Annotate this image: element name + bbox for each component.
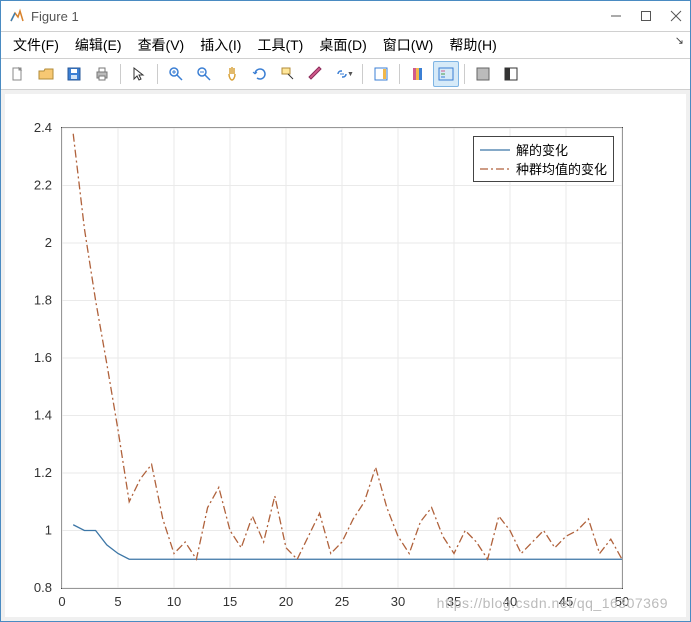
- legend-icon[interactable]: [433, 61, 459, 87]
- legend-entry-1: 解的变化: [480, 140, 607, 159]
- colorbar-icon[interactable]: [368, 61, 394, 87]
- toolbar: ▼: [1, 59, 690, 90]
- svg-text:0: 0: [58, 594, 65, 609]
- pointer-icon[interactable]: [126, 61, 152, 87]
- axes[interactable]: 05101520253035404550 0.811.21.41.61.822.…: [61, 127, 623, 589]
- svg-text:10: 10: [167, 594, 181, 609]
- svg-text:1: 1: [45, 523, 52, 538]
- menubar: 文件(F) 编辑(E) 查看(V) 插入(I) 工具(T) 桌面(D) 窗口(W…: [1, 32, 690, 59]
- svg-text:15: 15: [223, 594, 237, 609]
- link-icon[interactable]: ▼: [331, 61, 357, 87]
- svg-text:30: 30: [391, 594, 405, 609]
- legend-label-2: 种群均值的变化: [516, 159, 607, 178]
- figure-window: Figure 1 文件(F) 编辑(E) 查看(V) 插入(I) 工具(T) 桌…: [0, 0, 691, 622]
- maximize-button[interactable]: [640, 10, 652, 22]
- menu-window[interactable]: 窗口(W): [375, 33, 442, 57]
- zoom-in-icon[interactable]: [163, 61, 189, 87]
- colormap-icon[interactable]: [405, 61, 431, 87]
- menu-edit[interactable]: 编辑(E): [67, 33, 130, 57]
- svg-text:2.4: 2.4: [34, 120, 52, 135]
- menu-help[interactable]: 帮助(H): [441, 33, 504, 57]
- legend[interactable]: 解的变化 种群均值的变化: [473, 136, 614, 182]
- toolbar-separator: [120, 64, 121, 84]
- toolbar-separator: [362, 64, 363, 84]
- svg-text:1.6: 1.6: [34, 350, 52, 365]
- svg-text:20: 20: [279, 594, 293, 609]
- menu-tools[interactable]: 工具(T): [249, 33, 311, 57]
- menu-view[interactable]: 查看(V): [130, 33, 193, 57]
- toolbar-separator: [399, 64, 400, 84]
- menu-file[interactable]: 文件(F): [5, 33, 67, 57]
- minimize-button[interactable]: [610, 10, 622, 22]
- toolbar-separator: [157, 64, 158, 84]
- svg-text:2.2: 2.2: [34, 178, 52, 193]
- rotate-icon[interactable]: [247, 61, 273, 87]
- svg-text:0.8: 0.8: [34, 580, 52, 595]
- plot-canvas: 05101520253035404550 0.811.21.41.61.822.…: [5, 94, 686, 617]
- new-file-icon[interactable]: [5, 61, 31, 87]
- svg-text:1.4: 1.4: [34, 408, 52, 423]
- menu-insert[interactable]: 插入(I): [192, 33, 249, 57]
- svg-text:1.8: 1.8: [34, 293, 52, 308]
- save-icon[interactable]: [61, 61, 87, 87]
- menu-desktop[interactable]: 桌面(D): [311, 33, 374, 57]
- plot-area: 05101520253035404550 0.811.21.41.61.822.…: [1, 90, 690, 621]
- subplot-icon[interactable]: [470, 61, 496, 87]
- dock-icon[interactable]: [498, 61, 524, 87]
- watermark: https://blog.csdn.net/qq_16307369: [437, 595, 668, 611]
- titlebar: Figure 1: [1, 1, 690, 32]
- svg-text:2: 2: [45, 235, 52, 250]
- window-title: Figure 1: [31, 9, 610, 24]
- pan-icon[interactable]: [219, 61, 245, 87]
- close-button[interactable]: [670, 10, 682, 22]
- toolbar-separator: [464, 64, 465, 84]
- legend-entry-2: 种群均值的变化: [480, 159, 607, 178]
- data-cursor-icon[interactable]: [275, 61, 301, 87]
- legend-label-1: 解的变化: [516, 140, 568, 159]
- svg-text:1.2: 1.2: [34, 465, 52, 480]
- print-icon[interactable]: [89, 61, 115, 87]
- toolbar-overflow-icon[interactable]: ↘: [675, 34, 684, 47]
- brush-icon[interactable]: [303, 61, 329, 87]
- matlab-logo-icon: [9, 8, 25, 24]
- svg-text:25: 25: [335, 594, 349, 609]
- zoom-out-icon[interactable]: [191, 61, 217, 87]
- open-folder-icon[interactable]: [33, 61, 59, 87]
- svg-text:5: 5: [114, 594, 121, 609]
